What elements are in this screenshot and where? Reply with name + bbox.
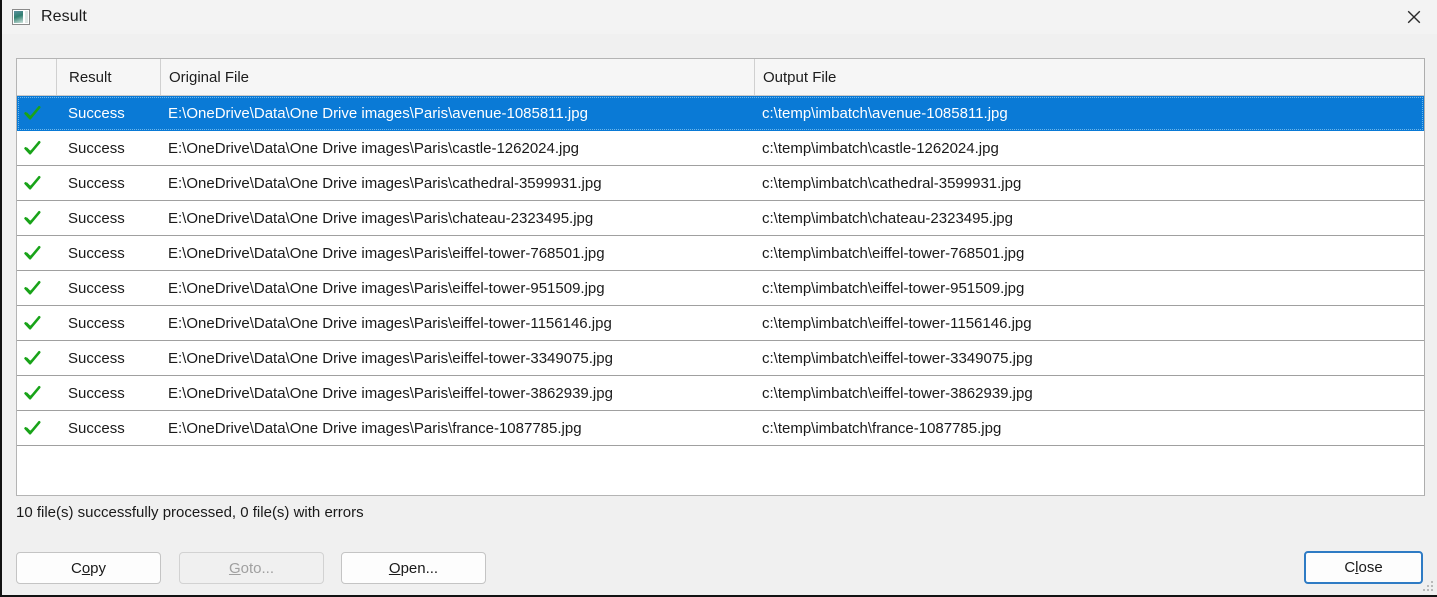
status-summary-text: 10 file(s) successfully processed, 0 fil… <box>16 504 364 521</box>
cell-original-file: E:\OneDrive\Data\One Drive images\Paris\… <box>168 314 612 332</box>
green-check-icon <box>17 96 56 130</box>
close-button[interactable]: Cl ose <box>1304 551 1423 584</box>
cell-result: Success <box>68 174 125 192</box>
cell-original-file: E:\OneDrive\Data\One Drive images\Paris\… <box>168 419 582 437</box>
cell-output-file: c:\temp\imbatch\eiffel-tower-3862939.jpg <box>762 384 1033 402</box>
column-header-output-file[interactable]: Output File <box>754 59 1424 95</box>
cell-output-file: c:\temp\imbatch\cathedral-3599931.jpg <box>762 174 1022 192</box>
table-row[interactable]: Success E:\OneDrive\Data\One Drive images… <box>17 306 1424 341</box>
cell-result: Success <box>68 209 125 227</box>
column-header-result[interactable]: Result <box>56 59 160 95</box>
cell-result: Success <box>68 314 125 332</box>
cell-result: Success <box>68 384 125 402</box>
table-row[interactable]: Success E:\OneDrive\Data\One Drive images… <box>17 96 1424 131</box>
green-check-icon <box>17 271 56 305</box>
window-title: Result <box>41 8 87 25</box>
cell-original-file: E:\OneDrive\Data\One Drive images\Paris\… <box>168 279 605 297</box>
list-rows: Success E:\OneDrive\Data\One Drive images… <box>17 96 1424 446</box>
cell-output-file: c:\temp\imbatch\france-1087785.jpg <box>762 419 1002 437</box>
image-thumbnail-icon <box>12 9 30 25</box>
green-check-icon <box>17 376 56 410</box>
cell-output-file: c:\temp\imbatch\chateau-2323495.jpg <box>762 209 1013 227</box>
cell-original-file: E:\OneDrive\Data\One Drive images\Paris\… <box>168 349 613 367</box>
table-row[interactable]: Success E:\OneDrive\Data\One Drive images… <box>17 341 1424 376</box>
cell-original-file: E:\OneDrive\Data\One Drive images\Paris\… <box>168 104 588 122</box>
column-header-status[interactable] <box>17 59 56 95</box>
table-row[interactable]: Success E:\OneDrive\Data\One Drive images… <box>17 411 1424 446</box>
cell-result: Success <box>68 349 125 367</box>
title-bar: Result <box>2 0 1437 34</box>
cell-output-file: c:\temp\imbatch\eiffel-tower-951509.jpg <box>762 279 1025 297</box>
green-check-icon <box>17 411 56 445</box>
result-list[interactable]: Result Original File Output File Success… <box>16 58 1425 496</box>
cell-original-file: E:\OneDrive\Data\One Drive images\Paris\… <box>168 209 594 227</box>
table-row[interactable]: Success E:\OneDrive\Data\One Drive images… <box>17 236 1424 271</box>
table-row[interactable]: Success E:\OneDrive\Data\One Drive images… <box>17 131 1424 166</box>
column-header-original-file[interactable]: Original File <box>160 59 754 95</box>
green-check-icon <box>17 306 56 340</box>
cell-result: Success <box>68 419 125 437</box>
goto-button[interactable]: Goto... <box>179 552 324 584</box>
cell-original-file: E:\OneDrive\Data\One Drive images\Paris\… <box>168 384 613 402</box>
copy-button[interactable]: Co py <box>16 552 161 584</box>
table-row[interactable]: Success E:\OneDrive\Data\One Drive images… <box>17 166 1424 201</box>
list-header: Result Original File Output File <box>17 59 1424 96</box>
cell-original-file: E:\OneDrive\Data\One Drive images\Paris\… <box>168 139 580 157</box>
cell-result: Success <box>68 139 125 157</box>
cell-original-file: E:\OneDrive\Data\One Drive images\Paris\… <box>168 174 602 192</box>
cell-output-file: c:\temp\imbatch\eiffel-tower-3349075.jpg <box>762 349 1033 367</box>
table-row[interactable]: Success E:\OneDrive\Data\One Drive images… <box>17 376 1424 411</box>
cell-result: Success <box>68 279 125 297</box>
cell-output-file: c:\temp\imbatch\castle-1262024.jpg <box>762 139 999 157</box>
cell-output-file: c:\temp\imbatch\avenue-1085811.jpg <box>762 104 1008 122</box>
green-check-icon <box>17 201 56 235</box>
cell-result: Success <box>68 104 125 122</box>
result-dialog-window: Result Result Original File Output File … <box>0 0 1437 597</box>
cell-original-file: E:\OneDrive\Data\One Drive images\Paris\… <box>168 244 605 262</box>
green-check-icon <box>17 131 56 165</box>
open-button[interactable]: Open... <box>341 552 486 584</box>
close-icon[interactable] <box>1390 0 1437 33</box>
cell-result: Success <box>68 244 125 262</box>
green-check-icon <box>17 166 56 200</box>
table-row[interactable]: Success E:\OneDrive\Data\One Drive images… <box>17 271 1424 306</box>
cell-output-file: c:\temp\imbatch\eiffel-tower-1156146.jpg <box>762 314 1032 332</box>
resize-grip[interactable] <box>1421 579 1433 591</box>
table-row[interactable]: Success E:\OneDrive\Data\One Drive images… <box>17 201 1424 236</box>
cell-output-file: c:\temp\imbatch\eiffel-tower-768501.jpg <box>762 244 1025 262</box>
green-check-icon <box>17 236 56 270</box>
green-check-icon <box>17 341 56 375</box>
